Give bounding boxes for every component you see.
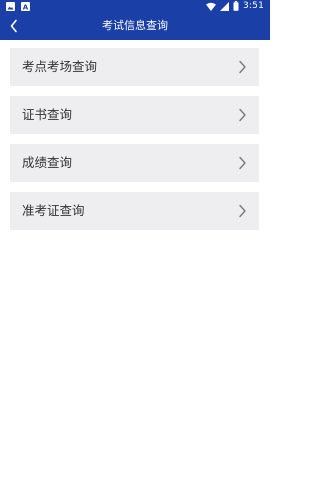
signal-icon — [219, 1, 229, 11]
chevron-right-icon — [239, 108, 246, 122]
menu-item-label: 成绩查询 — [22, 155, 73, 170]
battery-icon — [233, 1, 239, 11]
status-right-icons: 3:51 — [205, 0, 264, 12]
chevron-right-icon — [239, 204, 246, 218]
status-left-icons: A — [6, 1, 30, 11]
status-bar: A 3:51 — [0, 0, 270, 12]
menu-item-label: 证书查询 — [22, 107, 73, 122]
app-bar: 考试信息查询 — [0, 12, 270, 40]
query-menu: 考点考场查询 证书查询 成绩查询 准考证查询 — [10, 48, 259, 240]
chevron-right-icon — [239, 60, 246, 74]
menu-item-label: 考点考场查询 — [22, 59, 98, 74]
menu-item-admission-ticket-query[interactable]: 准考证查询 — [10, 192, 259, 230]
image-icon — [6, 1, 15, 11]
page-title: 考试信息查询 — [102, 19, 168, 32]
menu-item-score-query[interactable]: 成绩查询 — [10, 144, 259, 182]
menu-item-certificate-query[interactable]: 证书查询 — [10, 96, 259, 134]
chevron-right-icon — [239, 156, 246, 170]
wifi-icon — [205, 2, 216, 11]
status-time: 3:51 — [242, 1, 264, 11]
svg-text:A: A — [23, 3, 29, 11]
font-icon: A — [21, 1, 30, 11]
menu-item-exam-site-query[interactable]: 考点考场查询 — [10, 48, 259, 86]
menu-item-label: 准考证查询 — [22, 203, 85, 218]
